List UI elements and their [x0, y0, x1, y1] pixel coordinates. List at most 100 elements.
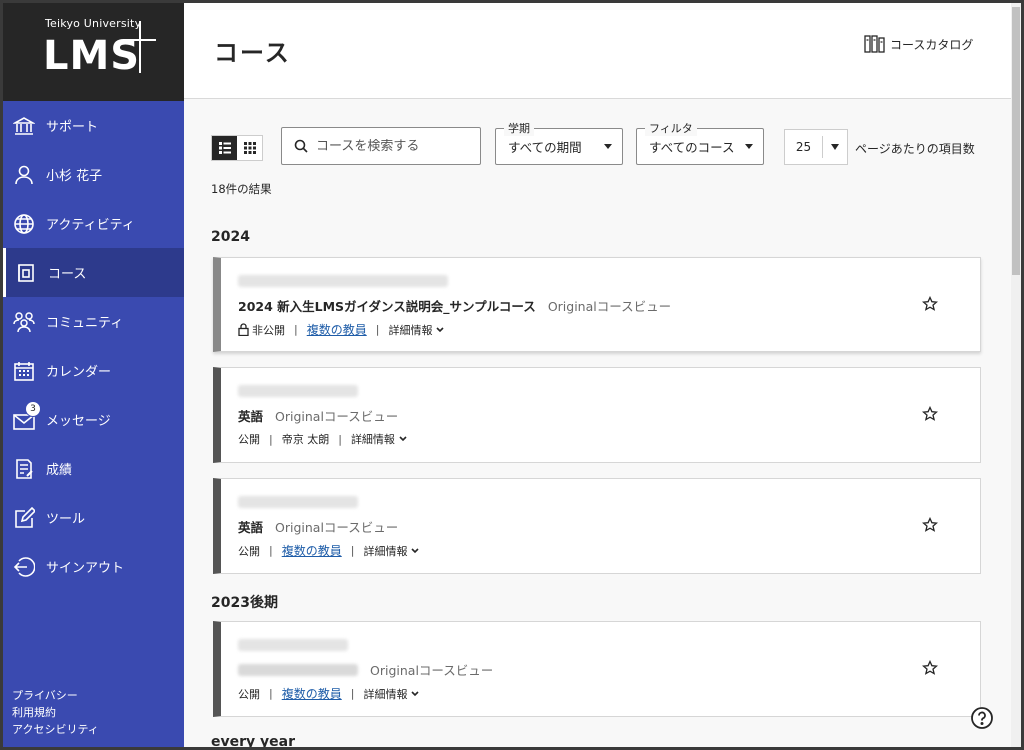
term-heading: 2023後期 — [211, 595, 278, 611]
separator: | — [294, 323, 298, 336]
mail-icon: 3 — [13, 400, 41, 431]
sidebar-item-messages[interactable]: 3 メッセージ — [3, 395, 184, 444]
details-label: 詳細情報 — [388, 323, 433, 337]
list-view-icon — [218, 142, 231, 154]
chevron-down-icon — [436, 326, 445, 332]
sidebar-item-support[interactable]: サポート — [3, 101, 184, 150]
page-header: コース コースカタログ — [184, 3, 1011, 99]
sidebar-item-profile[interactable]: 小杉 花子 — [3, 150, 184, 199]
filter-select-label: フィルタ — [645, 120, 697, 136]
course-view-type: Originalコースビュー — [275, 520, 399, 535]
course-meta: 公開 | 複数の教員 | 詳細情報 — [238, 542, 420, 559]
caret-down-icon — [604, 144, 612, 149]
terms-link[interactable]: 利用規約 — [12, 704, 99, 721]
page-scrollbar[interactable] — [1011, 3, 1021, 747]
sidebar-item-tools[interactable]: ツール — [3, 493, 184, 542]
accessibility-link[interactable]: アクセシビリティ — [12, 721, 99, 738]
separator: | — [269, 687, 273, 700]
sidebar-item-label: アクティビティ — [46, 218, 135, 233]
course-card[interactable]: Originalコースビュー 公開 | 複数の教員 | 詳細情報 — [213, 621, 981, 717]
catalog-label: コースカタログ — [890, 37, 974, 52]
course-title-row: 2024 新入生LMSガイダンス説明会_サンプルコース Originalコースビ… — [238, 296, 671, 315]
course-card[interactable]: 英語 Originalコースビュー 公開 | 帝京 太朗 | 詳細情報 — [213, 367, 981, 463]
chevron-down-icon — [399, 436, 407, 442]
sidebar-item-community[interactable]: コミュニティ — [3, 297, 184, 346]
separator: | — [350, 544, 355, 557]
grid-view-button[interactable] — [237, 136, 262, 160]
privacy-link[interactable]: プライバシー — [12, 687, 99, 704]
list-view-button[interactable] — [212, 136, 237, 160]
course-status: 非公開 — [252, 323, 285, 337]
course-id-redacted — [238, 496, 358, 508]
unread-badge: 3 — [25, 400, 41, 417]
instructor-link[interactable]: 複数の教員 — [282, 685, 342, 702]
course-title[interactable]: 2024 新入生LMSガイダンス説明会_サンプルコース — [238, 296, 536, 315]
course-status: 公開 — [238, 544, 260, 558]
catalog-icon — [864, 35, 885, 53]
logo-cross-horizontal — [123, 39, 156, 41]
logo[interactable]: Teikyo University LMS — [3, 3, 184, 101]
course-title-row: 英語 Originalコースビュー — [238, 406, 398, 425]
per-page-label: ページあたりの項目数 — [855, 142, 975, 156]
course-id-redacted — [238, 275, 448, 287]
sidebar-item-courses[interactable]: コース — [3, 248, 184, 297]
course-id-redacted — [238, 639, 348, 651]
course-title[interactable]: 英語 — [238, 517, 263, 536]
course-view-type: Originalコースビュー — [370, 663, 494, 678]
sidebar-item-label: サインアウト — [46, 561, 125, 576]
details-toggle[interactable]: 詳細情報 — [351, 431, 407, 447]
details-toggle[interactable]: 詳細情報 — [363, 686, 420, 702]
sidebar-item-signout[interactable]: サインアウト — [3, 542, 184, 591]
tools-icon — [13, 506, 35, 529]
course-title-redacted[interactable] — [238, 663, 358, 676]
calendar-icon — [13, 360, 35, 382]
sidebar-item-label: メッセージ — [46, 414, 111, 429]
search-input[interactable] — [316, 138, 466, 154]
term-heading: 2024 — [211, 229, 250, 245]
sidebar-item-label: コミュニティ — [46, 316, 124, 331]
course-title[interactable]: 英語 — [238, 406, 263, 425]
sidebar-item-label: サポート — [46, 120, 99, 135]
logo-university: Teikyo University — [45, 17, 142, 30]
favorite-star-icon[interactable] — [922, 517, 938, 533]
caret-down-icon — [745, 144, 753, 149]
grid-view-icon — [243, 142, 256, 154]
favorite-star-icon[interactable] — [922, 660, 938, 676]
sidebar-footer: プライバシー 利用規約 アクセシビリティ — [12, 687, 99, 738]
help-icon[interactable] — [970, 706, 994, 730]
filter-select-value: すべてのコース — [649, 140, 735, 155]
app-frame: Teikyo University LMS サポート 小杉 花子 アクティビティ… — [3, 3, 1021, 747]
filter-select[interactable]: フィルタ すべてのコース — [636, 120, 764, 165]
per-page-select[interactable]: 25 — [784, 129, 848, 165]
scrollbar-thumb[interactable] — [1012, 7, 1020, 275]
favorite-star-icon[interactable] — [922, 296, 938, 312]
sidebar-item-activity[interactable]: アクティビティ — [3, 199, 184, 248]
instructor-name: 帝京 太朗 — [281, 433, 330, 446]
favorite-star-icon[interactable] — [922, 406, 938, 422]
user-icon — [13, 164, 35, 186]
sidebar-item-grades[interactable]: 成績 — [3, 444, 184, 493]
sidebar-item-calendar[interactable]: カレンダー — [3, 346, 184, 395]
details-label: 詳細情報 — [363, 687, 408, 701]
logo-cross-vertical — [139, 21, 141, 73]
details-label: 詳細情報 — [350, 433, 395, 446]
course-card[interactable]: 英語 Originalコースビュー 公開 | 複数の教員 | 詳細情報 — [213, 478, 981, 574]
course-icon — [15, 262, 37, 284]
separator: | — [269, 544, 273, 557]
sidebar-nav: サポート 小杉 花子 アクティビティ コース コミュニティ カレンダー 3 メッ… — [3, 101, 184, 591]
course-catalog-button[interactable]: コースカタログ — [864, 34, 973, 54]
sidebar: Teikyo University LMS サポート 小杉 花子 アクティビティ… — [3, 3, 184, 747]
details-toggle[interactable]: 詳細情報 — [363, 543, 420, 559]
sidebar-item-label: 成績 — [46, 463, 73, 478]
course-card[interactable]: 2024 新入生LMSガイダンス説明会_サンプルコース Originalコースビ… — [213, 257, 981, 352]
instructor-link[interactable]: 複数の教員 — [282, 542, 342, 559]
separator: | — [375, 323, 380, 336]
lock-icon — [238, 323, 249, 336]
instructor-link[interactable]: 複数の教員 — [307, 321, 367, 338]
term-heading: every year — [211, 734, 295, 747]
course-title-row: 英語 Originalコースビュー — [238, 517, 398, 536]
details-toggle[interactable]: 詳細情報 — [388, 322, 445, 338]
term-select[interactable]: 学期 すべての期間 — [495, 120, 623, 165]
course-meta: 公開 | 複数の教員 | 詳細情報 — [238, 685, 420, 702]
sidebar-item-label: ツール — [46, 512, 86, 527]
